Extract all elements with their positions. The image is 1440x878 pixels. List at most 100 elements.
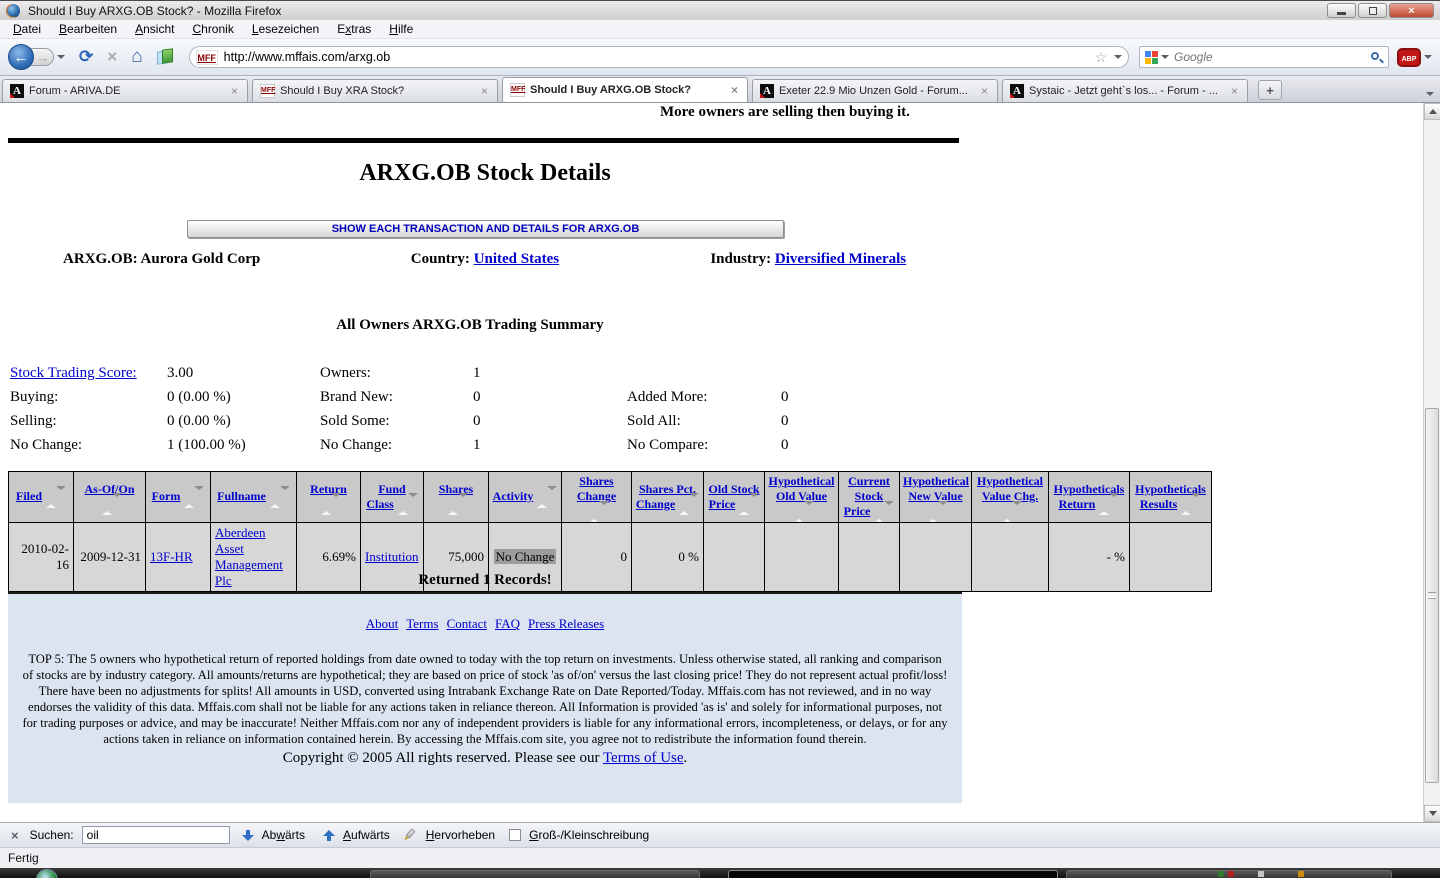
industry-link[interactable]: Diversified Minerals (775, 251, 906, 267)
bookmark-star-icon[interactable]: ☆ (1094, 49, 1107, 66)
tray-icon[interactable] (1218, 871, 1224, 877)
find-previous-button[interactable]: Aufwärts (343, 828, 390, 842)
find-input[interactable] (82, 826, 230, 844)
tab-2[interactable]: MFFShould I Buy XRA Stock?× (252, 79, 498, 102)
sort-link[interactable]: Fullname (217, 489, 266, 503)
tray-icon[interactable] (1228, 871, 1234, 877)
url-text[interactable]: http://www.mffais.com/arxg.ob (224, 50, 1095, 64)
sort-icon[interactable] (102, 497, 122, 512)
sort-link[interactable]: Shares (439, 482, 473, 496)
column-header-activity[interactable]: Activity (489, 472, 562, 523)
restore-button[interactable] (1358, 3, 1387, 18)
column-header-current-stock-price[interactable]: Current Stock Price (839, 472, 900, 523)
sort-link[interactable]: Activity (493, 489, 534, 503)
column-header-shares[interactable]: Shares (424, 472, 489, 523)
minimize-button[interactable] (1327, 3, 1356, 18)
sort-icon[interactable] (184, 490, 204, 505)
footer-link-terms[interactable]: Terms (406, 616, 438, 631)
reload-button[interactable]: ⟳ (79, 47, 93, 67)
sort-icon[interactable] (321, 497, 341, 512)
url-dropdown-icon[interactable] (1114, 55, 1122, 59)
windows-taskbar[interactable] (0, 868, 1440, 878)
sort-icon[interactable] (270, 490, 290, 505)
search-input[interactable] (1174, 50, 1370, 64)
vertical-scrollbar[interactable] (1423, 103, 1440, 822)
search-engine-dropdown-icon[interactable] (1161, 55, 1169, 59)
footer-link-contact[interactable]: Contact (447, 616, 487, 631)
tab-1[interactable]: AForum - ARIVA.DE× (2, 79, 248, 102)
match-case-label[interactable]: Groß-/Kleinschreibung (529, 828, 649, 842)
terms-of-use-link[interactable]: Terms of Use (603, 750, 684, 766)
tab-close-icon[interactable]: × (229, 84, 240, 98)
footer-link-faq[interactable]: FAQ (495, 616, 520, 631)
history-dropdown-icon[interactable] (57, 55, 65, 59)
column-header-hypothetical-old-value[interactable]: Hypothetical Old Value (765, 472, 839, 523)
column-header-as-of-on[interactable]: As-Of/On (74, 472, 146, 523)
sort-icon[interactable] (679, 497, 699, 512)
tab-close-icon[interactable]: × (479, 84, 490, 98)
menu-extras[interactable]: Extras (328, 20, 380, 38)
sort-icon[interactable] (1099, 497, 1119, 512)
menu-chronik[interactable]: Chronik (183, 20, 242, 38)
scroll-down-button[interactable] (1424, 805, 1440, 822)
show-transactions-button[interactable]: SHOW EACH TRANSACTION AND DETAILS FOR AR… (187, 220, 784, 238)
sort-link[interactable]: Hypothetical Value Chg. (977, 474, 1043, 503)
tray-icon[interactable] (1258, 871, 1264, 877)
column-header-return[interactable]: Return (297, 472, 361, 523)
sort-icon[interactable] (928, 505, 948, 520)
menu-lesezeichen[interactable]: Lesezeichen (243, 20, 328, 38)
match-case-checkbox[interactable] (509, 829, 521, 841)
menu-datei[interactable]: Datei (4, 20, 50, 38)
addon-pages-icon[interactable] (157, 48, 175, 66)
highlight-all-button[interactable]: Hervorheben (426, 828, 495, 842)
scrollbar-thumb[interactable] (1425, 408, 1439, 783)
tab-4[interactable]: AExeter 22.9 Mio Unzen Gold - Forum...× (752, 79, 998, 102)
sort-link[interactable]: Hypothetical New Value (903, 474, 969, 503)
find-next-button[interactable]: Abwärts (262, 828, 305, 842)
taskbar-window-button-active[interactable] (728, 870, 1058, 878)
sort-icon[interactable] (874, 505, 894, 520)
column-header-fullname[interactable]: Fullname (211, 472, 297, 523)
url-bar[interactable]: MFF http://www.mffais.com/arxg.ob ☆ (189, 46, 1129, 68)
find-close-icon[interactable]: × (8, 828, 22, 843)
cell-value[interactable]: 13F-HR (150, 549, 193, 564)
country-link[interactable]: United States (474, 251, 559, 267)
taskbar-window-button[interactable] (370, 870, 700, 878)
sort-icon[interactable] (46, 490, 66, 505)
sort-icon[interactable] (589, 505, 609, 520)
menu-hilfe[interactable]: Hilfe (380, 20, 422, 38)
menu-ansicht[interactable]: Ansicht (126, 20, 183, 38)
new-tab-button[interactable]: + (1258, 80, 1282, 100)
back-button[interactable]: ← (8, 44, 34, 70)
footer-link-press-releases[interactable]: Press Releases (528, 616, 604, 631)
sort-link[interactable]: Filed (16, 489, 42, 503)
home-button[interactable]: ⌂ (131, 47, 142, 67)
adblock-dropdown-icon[interactable] (1424, 55, 1432, 59)
tab-close-icon[interactable]: × (979, 84, 990, 98)
sort-icon[interactable] (1002, 505, 1022, 520)
column-header-hypothetical-value-chg-[interactable]: Hypothetical Value Chg. (972, 472, 1049, 523)
search-icon[interactable] (1370, 51, 1383, 64)
column-header-shares-pct-change[interactable]: Shares Pct. Change (632, 472, 704, 523)
tab-close-icon[interactable]: × (729, 83, 740, 97)
column-header-shares-change[interactable]: Shares Change (562, 472, 632, 523)
column-header-form[interactable]: Form (146, 472, 211, 523)
sort-icon[interactable] (398, 497, 418, 512)
tray-icon[interactable] (1298, 871, 1304, 877)
list-all-tabs-icon[interactable] (1426, 92, 1434, 96)
tab-5[interactable]: ASystaic - Jetzt geht`s los... - Forum -… (1002, 79, 1248, 102)
close-button[interactable]: × (1389, 3, 1434, 18)
sort-link[interactable]: Return (310, 482, 347, 496)
footer-link-about[interactable]: About (366, 616, 399, 631)
column-header-hypotheticals-return[interactable]: Hypotheticals Return (1049, 472, 1130, 523)
sort-link[interactable]: Shares Change (577, 474, 616, 503)
column-header-old-stock-price[interactable]: Old Stock Price (704, 472, 765, 523)
stock-trading-score-link[interactable]: Stock Trading Score: (10, 365, 137, 382)
column-header-fund-class[interactable]: Fund Class (361, 472, 424, 523)
column-header-hypotheticals-results[interactable]: Hypotheticals Results (1130, 472, 1212, 523)
sort-icon[interactable] (1181, 497, 1201, 512)
column-header-hypothetical-new-value[interactable]: Hypothetical New Value (900, 472, 972, 523)
stop-button[interactable]: × (107, 47, 117, 67)
sort-link[interactable]: Hypothetical Old Value (769, 474, 835, 503)
adblock-icon[interactable]: ABP (1397, 48, 1421, 67)
